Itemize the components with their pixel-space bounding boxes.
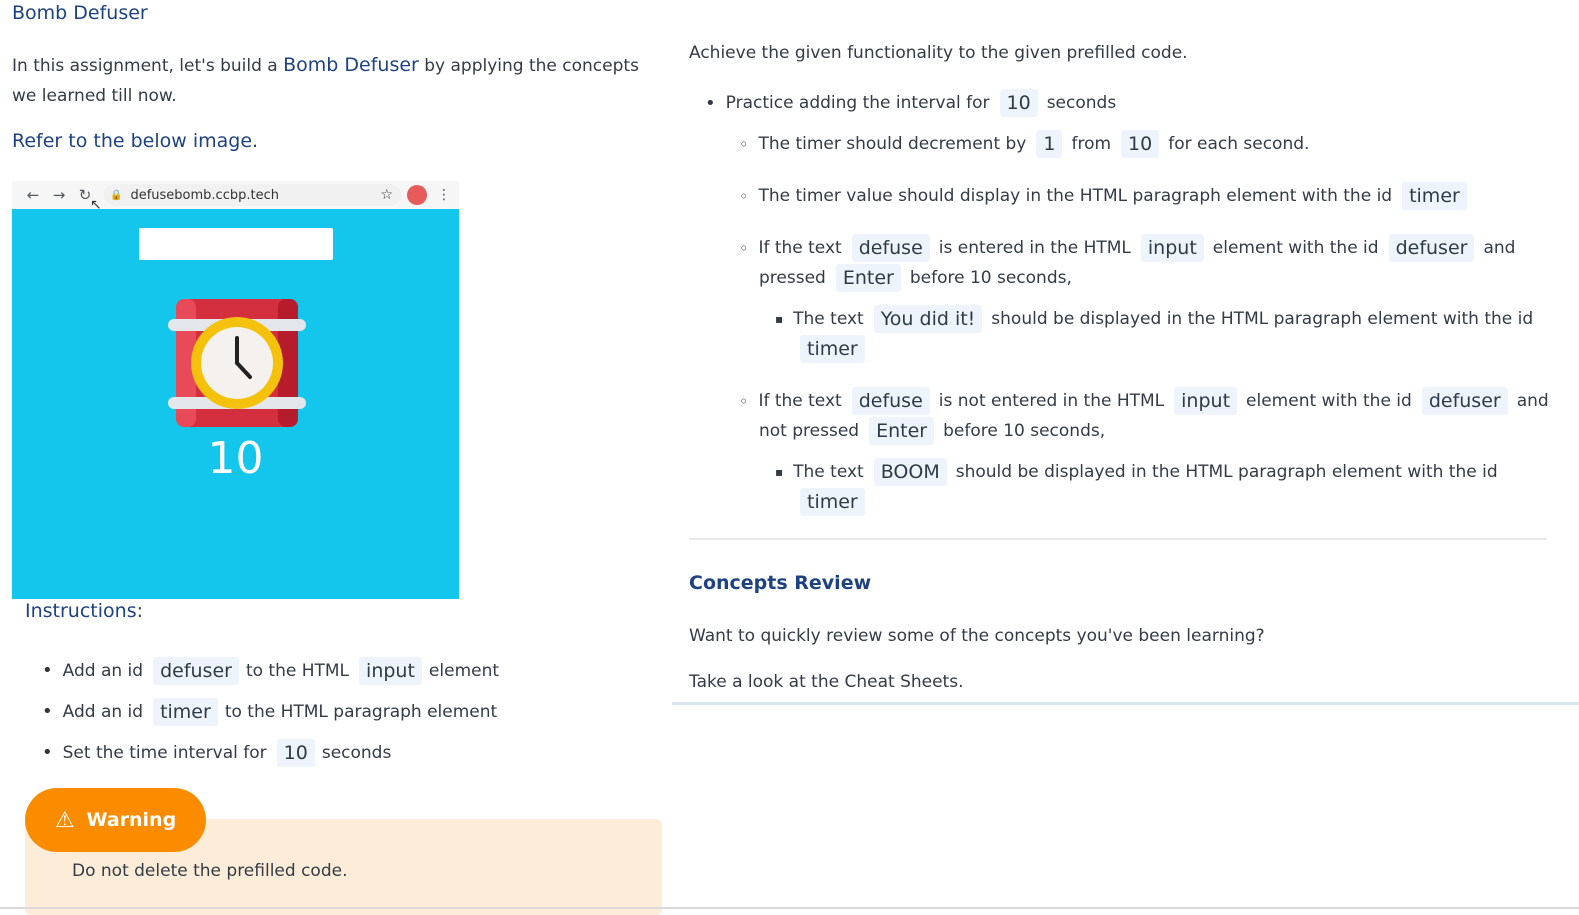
code-chip: Enter [835,264,901,292]
list-item: Practice adding the interval for 10 seco… [689,88,1116,118]
code-chip: 1 [1036,130,1063,158]
item-text: Set the time interval for [62,742,267,763]
item-text: is not entered in the HTML [938,391,1165,411]
page-bottom-border [0,907,1579,909]
address-url: defusebomb.ccbp.tech [130,187,279,203]
address-bar: 🔒 defusebomb.ccbp.tech ☆ [104,184,401,206]
code-chip: defuser [153,656,239,685]
code-chip: timer [153,697,218,726]
item-text: The timer should decrement by [758,134,1027,154]
preview-input-box [139,228,333,260]
item-text: seconds [1046,93,1117,113]
list-item: Add an id timer to the HTML paragraph el… [42,691,499,732]
code-chip: input [359,656,422,685]
item-text: If the text [758,238,842,258]
item-text: before 10 seconds, [909,268,1072,288]
code-chip: 10 [276,738,315,767]
back-arrow-icon: ← [26,186,40,204]
code-chip: 10 [1121,130,1160,158]
instructions-colon: : [136,600,143,622]
list-item-continuation: timer [689,334,868,364]
item-text: element with the id [1212,238,1379,258]
item-text: should be displayed in the HTML paragrap… [955,462,1498,482]
item-text: is entered in the HTML [938,238,1131,258]
list-item-continuation: pressed Enter before 10 seconds, [689,263,1072,293]
item-text: element [428,660,500,681]
code-chip: defuser [1421,387,1508,415]
code-chip: You did it! [873,305,983,333]
item-text: from [1071,134,1112,154]
list-item: Add an id defuser to the HTML input elem… [42,650,499,691]
list-item: If the text defuse is not entered in the… [689,386,1549,416]
item-text: The timer value should display in the HT… [758,186,1393,206]
item-text: pressed [759,268,826,288]
item-text: element with the id [1246,391,1412,411]
code-chip: BOOM [873,458,947,486]
item-text: Practice adding the interval for [725,93,990,113]
item-text: The text [793,309,864,329]
list-item: The timer value should display in the HT… [689,181,1470,211]
code-chip: defuser [1388,234,1475,262]
item-text: seconds [321,742,392,763]
item-text: before 10 seconds, [943,421,1106,441]
code-chip: timer [800,488,865,516]
list-item: The timer should decrement by 1 from 10 … [689,129,1309,159]
list-item: The text BOOM should be displayed in the… [689,457,1498,487]
item-text: Add an id [62,701,144,722]
code-chip: input [1174,387,1238,415]
achieve-text: Achieve the given functionality to the g… [689,43,1188,63]
list-item-continuation: not pressed Enter before 10 seconds, [689,416,1105,446]
preview-timer-value: 10 [207,433,264,484]
item-text: and [1516,391,1549,411]
code-chip: timer [1402,182,1467,210]
intro-text-before: In this assignment, let's build a [12,56,278,76]
code-chip: input [1140,234,1204,262]
page-title: Bomb Defuser [12,2,148,24]
lock-icon: 🔒 [110,189,123,201]
code-chip: 10 [999,89,1038,117]
preview-screenshot: ← → ↻ 🔒 defusebomb.ccbp.tech ☆ ⋮ ↖ 10 [12,181,459,599]
intro-paragraph: In this assignment, let's build a Bomb D… [12,50,662,111]
more-options-icon: ⋮ [437,187,451,203]
list-item: The text You did it! should be displayed… [689,304,1533,334]
code-chip: timer [800,335,865,363]
list-item: Set the time interval for 10 seconds [42,732,499,773]
panel-bottom-border [672,702,1579,705]
mouse-cursor-icon: ↖ [90,197,102,213]
bomb-icon [168,299,306,427]
extension-icon [407,185,427,205]
item-text: Add an id [62,660,144,681]
instructions-heading: Instructions: [25,600,143,622]
warning-badge: ⚠ Warning [25,788,206,852]
warning-text: Do not delete the prefilled code. [72,861,348,881]
concepts-review-heading: Concepts Review [689,572,872,594]
code-chip: Enter [869,417,935,445]
item-text: and [1483,238,1516,258]
code-chip: defuse [851,387,930,415]
review-question: Want to quickly review some of the conce… [689,626,1265,646]
left-column: Bomb Defuser In this assignment, let's b… [0,0,670,915]
section-divider [689,538,1547,540]
list-item-continuation: timer [689,487,868,517]
cheat-sheets-text: Take a look at the Cheat Sheets. [689,672,964,692]
intro-highlight: Bomb Defuser [283,54,419,76]
refer-heading: Refer to the below image. [12,130,259,152]
item-text: The text [793,462,864,482]
item-text: to the HTML paragraph element [224,701,498,722]
warning-label: Warning [86,809,177,831]
item-text: not pressed [759,421,860,441]
item-text: to the HTML [245,660,350,681]
forward-arrow-icon: → [52,186,66,204]
item-text: should be displayed in the HTML paragrap… [991,309,1534,329]
list-item: If the text defuse is entered in the HTM… [689,233,1515,263]
code-chip: defuse [851,234,930,262]
instructions-title: Instructions [25,600,137,622]
item-text: If the text [758,391,842,411]
instructions-list: Add an id defuser to the HTML input elem… [42,650,499,773]
browser-toolbar: ← → ↻ 🔒 defusebomb.ccbp.tech ☆ ⋮ [12,181,459,209]
warning-icon: ⚠ [54,807,75,833]
star-icon: ☆ [380,187,393,203]
item-text: for each second. [1168,134,1310,154]
